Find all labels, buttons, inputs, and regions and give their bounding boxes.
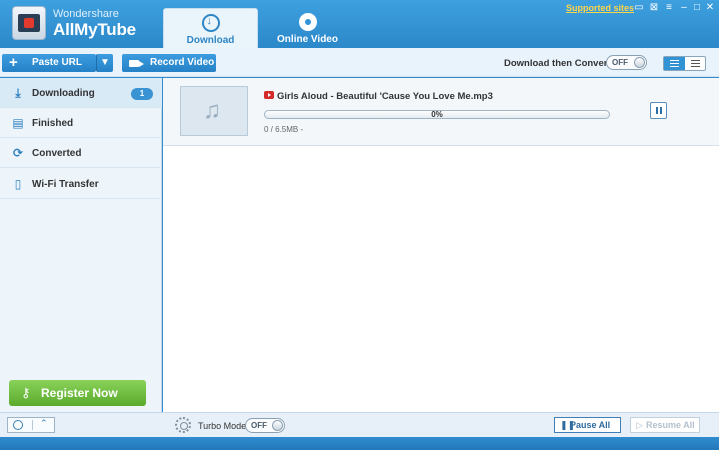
file-name: Girls Aloud - Beautiful 'Cause You Love …: [277, 91, 493, 102]
paste-url-button[interactable]: + Paste URL: [2, 54, 96, 72]
download-then-convert-toggle[interactable]: OFF: [606, 55, 647, 70]
sidebar-item-finished[interactable]: ▤ Finished: [0, 108, 162, 138]
sidebar-item-wifi-transfer[interactable]: ▯ Wi-Fi Transfer: [0, 169, 162, 199]
turbo-toggle-state: OFF: [251, 421, 267, 430]
toggle-knob: [634, 57, 645, 68]
sidebar-item-label: Downloading: [32, 88, 95, 99]
tab-download[interactable]: Download: [163, 8, 258, 48]
progress-percent: 0%: [431, 110, 443, 119]
app-logo-icon: [12, 6, 46, 40]
resume-all-button[interactable]: ▷ Resume All: [630, 417, 700, 433]
brand-name: AllMyTube: [53, 20, 136, 39]
key-icon: ⚷: [21, 385, 31, 400]
toggle-knob: [272, 420, 283, 431]
sidebar-item-converted[interactable]: ⟳ Converted: [0, 138, 162, 168]
play-icon: ▷: [636, 420, 643, 430]
convert-icon: ⟳: [12, 146, 24, 160]
music-note-icon: ♫: [203, 97, 221, 124]
pause-button[interactable]: [650, 102, 667, 119]
maximize-icon[interactable]: □: [690, 2, 704, 14]
sidebar-item-downloading[interactable]: ⤓ Downloading 1: [0, 78, 162, 108]
detail-view-button[interactable]: [685, 57, 706, 70]
download-size: 0 / 6.5MB -: [264, 125, 304, 134]
chevron-up-icon[interactable]: ⌃: [40, 418, 48, 429]
download-list: ♫ Girls Aloud - Beautiful 'Cause You Lov…: [163, 78, 719, 412]
downloading-count-badge: 1: [131, 88, 153, 100]
detail-list-icon: [691, 60, 700, 67]
supported-sites-link[interactable]: Supported sites: [566, 3, 634, 13]
pause-all-label: Pause All: [570, 420, 611, 430]
register-now-label: Register Now: [41, 386, 118, 400]
toolbar: + Paste URL ▼ Record Video Download then…: [0, 48, 719, 77]
finished-icon: ▤: [12, 116, 24, 130]
list-item[interactable]: ♫ Girls Aloud - Beautiful 'Cause You Lov…: [163, 78, 719, 146]
youtube-icon: [264, 91, 274, 99]
divider: [32, 420, 33, 430]
download-icon: ⤓: [15, 86, 21, 100]
turbo-mode-label: Turbo Mode:: [198, 421, 249, 431]
audio-thumbnail: ♫: [180, 86, 248, 136]
camera-icon: [129, 60, 144, 67]
tab-online-video-label: Online Video: [277, 34, 338, 45]
minimize-icon[interactable]: –: [677, 2, 691, 14]
turbo-mode-toggle[interactable]: OFF: [245, 418, 285, 433]
list-icon: [670, 60, 679, 67]
pause-all-button[interactable]: ❚❚ Pause All: [554, 417, 621, 433]
schedule-controls: ⌃: [7, 417, 55, 433]
download-circle-icon: [201, 14, 220, 32]
film-reel-icon: [298, 13, 317, 31]
pause-icon: ❚❚: [560, 420, 576, 430]
phone-icon: ▯: [14, 177, 22, 191]
brand-vendor: Wondershare: [53, 8, 119, 20]
chevron-down-icon: ▼: [100, 57, 110, 68]
menu-icon[interactable]: ≡: [662, 2, 676, 14]
convert-toggle-state: OFF: [612, 58, 628, 67]
plus-icon: +: [9, 54, 18, 71]
sidebar: ⤓ Downloading 1 ▤ Finished ⟳ Converted ▯…: [0, 78, 162, 412]
turbo-gear-icon: [175, 417, 191, 433]
progress-bar: 0%: [264, 110, 610, 119]
paste-url-label: Paste URL: [32, 57, 83, 68]
chat-icon[interactable]: ▭: [632, 2, 646, 14]
list-view-button[interactable]: [664, 57, 685, 70]
download-then-convert-label: Download then Convert: [504, 58, 611, 69]
record-video-label: Record Video: [150, 57, 215, 68]
status-bar: ⌃ Turbo Mode: OFF ❚❚ Pause All ▷ Resume …: [0, 412, 719, 437]
title-bar: Wondershare AllMyTube Download Online Vi…: [0, 0, 719, 48]
tab-download-label: Download: [186, 35, 235, 46]
close-small-icon[interactable]: ⊠: [647, 2, 661, 14]
record-video-button[interactable]: Record Video: [122, 54, 216, 72]
close-icon[interactable]: ✕: [703, 2, 717, 14]
paste-url-dropdown-button[interactable]: ▼: [96, 54, 113, 72]
sidebar-item-label: Wi-Fi Transfer: [32, 179, 99, 190]
tab-online-video[interactable]: Online Video: [260, 8, 355, 48]
register-now-button[interactable]: ⚷ Register Now: [9, 380, 146, 406]
resume-all-label: Resume All: [646, 420, 695, 430]
sidebar-item-label: Converted: [32, 148, 82, 159]
sidebar-item-label: Finished: [32, 118, 74, 129]
view-mode-toggle: [663, 56, 706, 71]
window-bottom-edge: [0, 437, 719, 450]
clock-icon[interactable]: [13, 420, 23, 430]
